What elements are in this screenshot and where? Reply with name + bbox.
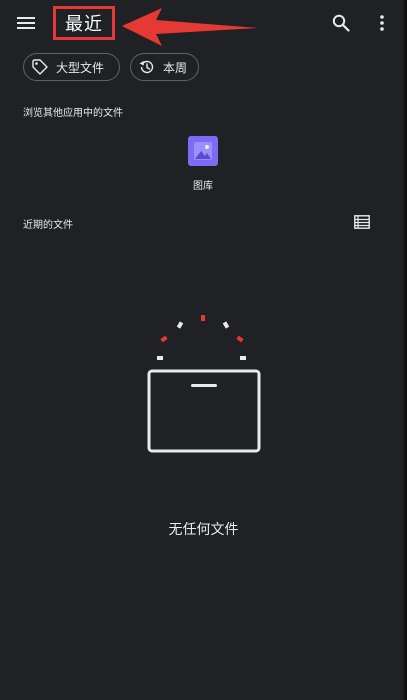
- chip-label: 大型文件: [56, 60, 105, 75]
- gallery-app-shortcut[interactable]: 图库: [178, 136, 228, 196]
- more-vert-icon[interactable]: [366, 7, 398, 39]
- gallery-image-icon: [188, 136, 218, 166]
- empty-state-text: 无任何文件: [168, 522, 239, 538]
- filter-chip-large-files[interactable]: 大型文件: [23, 53, 120, 81]
- browse-section-label: 浏览其他应用中的文件: [23, 108, 123, 119]
- page-title-highlight: 最近: [53, 6, 115, 40]
- page-title: 最近: [65, 14, 103, 35]
- list-view-icon[interactable]: [350, 210, 374, 234]
- search-icon[interactable]: [325, 7, 357, 39]
- filter-chip-this-week[interactable]: 本周: [130, 53, 199, 81]
- empty-box-icon: [147, 315, 261, 453]
- history-icon: [137, 57, 157, 77]
- tag-icon: [30, 57, 50, 77]
- left-arrow-annotation: [122, 8, 258, 46]
- chip-label: 本周: [163, 60, 188, 75]
- hamburger-menu-icon[interactable]: [10, 7, 42, 39]
- recent-section-label: 近期的文件: [23, 220, 73, 231]
- gallery-app-label: 图库: [193, 181, 213, 192]
